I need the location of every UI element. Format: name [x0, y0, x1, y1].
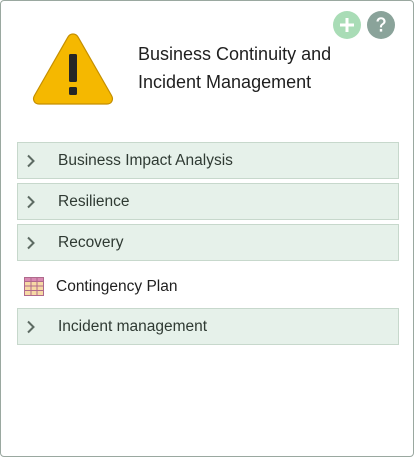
question-circle-icon — [376, 17, 386, 32]
section-recovery[interactable]: Recovery — [17, 224, 399, 261]
section-list: Business Impact Analysis Resilience Reco… — [17, 142, 399, 349]
chevron-right-icon — [26, 195, 56, 209]
chevron-right-icon — [26, 154, 56, 168]
warning-triangle-icon — [32, 33, 114, 105]
section-incident-management[interactable]: Incident management — [17, 308, 399, 345]
chevron-right-icon — [26, 236, 56, 250]
help-button[interactable] — [367, 11, 395, 39]
section-label: Incident management — [58, 317, 208, 335]
page-title-line1: Business Continuity and — [138, 44, 332, 64]
plus-circle-icon — [340, 18, 354, 32]
chevron-right-icon — [26, 320, 56, 334]
section-business-impact-analysis[interactable]: Business Impact Analysis — [17, 142, 399, 179]
page-title-line2: Incident Management — [138, 72, 312, 92]
item-contingency-plan[interactable]: Contingency Plan — [17, 265, 399, 308]
top-actions — [333, 11, 395, 39]
section-label: Recovery — [58, 233, 124, 251]
table-grid-icon — [24, 277, 44, 296]
page-title: Business Continuity and Incident Managem… — [138, 40, 388, 96]
section-label: Business Impact Analysis — [58, 151, 233, 169]
section-resilience[interactable]: Resilience — [17, 183, 399, 220]
section-label: Resilience — [58, 192, 130, 210]
item-label: Contingency Plan — [56, 277, 178, 295]
add-button[interactable] — [333, 11, 361, 39]
bc-im-panel: Business Continuity and Incident Managem… — [0, 0, 414, 457]
